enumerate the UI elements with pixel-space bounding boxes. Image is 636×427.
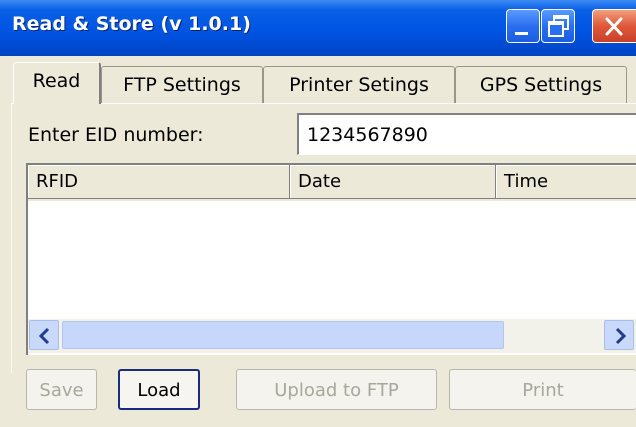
scroll-left-button[interactable] [29, 320, 59, 350]
print-button[interactable]: Print [449, 369, 636, 410]
tab-printer-settings[interactable]: Printer Setings [263, 66, 455, 104]
chevron-right-icon [615, 327, 627, 345]
restore-icon [548, 15, 569, 37]
list-header: RFID Date Time [28, 165, 636, 201]
tab-read[interactable]: Read [13, 62, 101, 104]
column-header-rfid[interactable]: RFID [28, 165, 290, 199]
minimize-button[interactable] [506, 9, 540, 43]
load-button[interactable]: Load [118, 369, 200, 410]
column-header-date[interactable]: Date [290, 165, 496, 199]
save-button[interactable]: Save [26, 369, 97, 410]
restore-button[interactable] [541, 9, 575, 43]
rfid-list[interactable]: RFID Date Time [26, 163, 636, 355]
close-icon [605, 17, 623, 36]
eid-input[interactable] [297, 113, 636, 155]
chevron-left-icon [38, 327, 50, 345]
upload-ftp-button[interactable]: Upload to FTP [236, 369, 437, 410]
title-bar[interactable]: Read & Store (v 1.0.1) [0, 0, 636, 56]
scroll-thumb[interactable] [62, 321, 504, 349]
minimize-icon [515, 32, 528, 35]
eid-label: Enter EID number: [28, 124, 204, 146]
tab-ftp-settings[interactable]: FTP Settings [101, 66, 263, 104]
close-button[interactable] [592, 9, 636, 43]
column-header-time[interactable]: Time [496, 165, 636, 199]
scroll-right-button[interactable] [604, 320, 634, 350]
window-title: Read & Store (v 1.0.1) [12, 13, 251, 35]
tab-gps-settings[interactable]: GPS Settings [455, 66, 627, 104]
horizontal-scrollbar[interactable] [28, 319, 636, 353]
app-window: Read & Store (v 1.0.1) FTP Settings Prin… [0, 0, 636, 427]
